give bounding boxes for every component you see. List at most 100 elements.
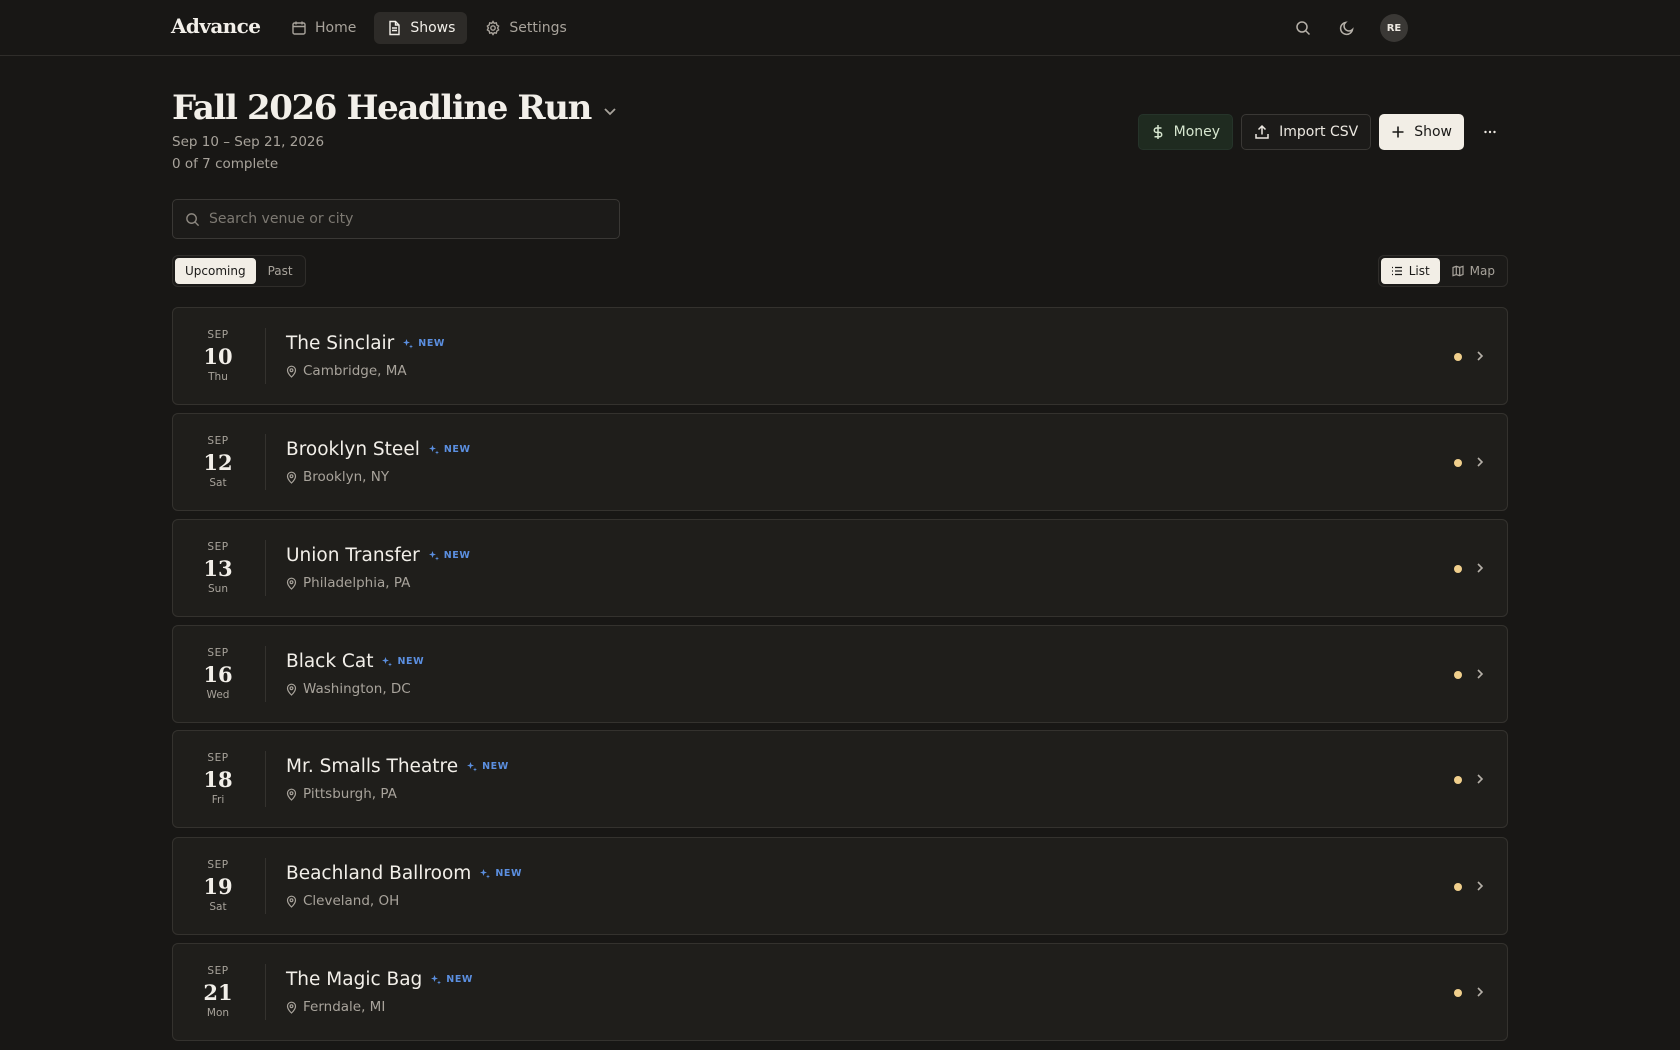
more-options-button[interactable] <box>1472 114 1508 150</box>
nav-home-label: Home <box>315 20 357 36</box>
location-pin-icon <box>286 788 297 801</box>
avatar[interactable]: RE <box>1380 14 1408 42</box>
header-actions: Money Import CSV Show <box>1137 114 1508 150</box>
show-month: SEP <box>207 329 229 341</box>
venue-line: Mr. Smalls Theatre NEW <box>286 756 509 777</box>
show-weekday: Fri <box>211 794 225 806</box>
date-divider <box>265 964 266 1020</box>
show-day: 16 <box>203 662 233 687</box>
new-badge: NEW <box>466 761 509 773</box>
sparkle-icon <box>381 656 393 668</box>
show-venue: The Sinclair <box>286 333 395 354</box>
date-divider <box>265 540 266 596</box>
nav-shows[interactable]: Shows <box>374 12 468 44</box>
show-venue: Mr. Smalls Theatre <box>286 756 459 777</box>
show-weekday: Sat <box>209 477 227 489</box>
view-toggle: List Map <box>1377 255 1508 287</box>
new-badge-label: NEW <box>482 761 509 772</box>
show-city: Philadelphia, PA <box>303 575 411 591</box>
chevron-right-icon <box>1473 349 1487 363</box>
city-line: Brooklyn, NY <box>286 469 389 485</box>
chevron-right-icon <box>1473 455 1487 469</box>
sparkle-icon <box>428 550 440 562</box>
nav-shows-label: Shows <box>410 20 456 36</box>
show-weekday: Sat <box>209 901 227 913</box>
theme-toggle-button[interactable] <box>1336 17 1358 39</box>
view-map-label: Map <box>1469 264 1495 278</box>
date-divider <box>265 646 266 702</box>
city-line: Pittsburgh, PA <box>286 786 397 802</box>
new-badge-label: NEW <box>446 974 474 985</box>
show-month: SEP <box>207 965 229 977</box>
show-date: SEP 21 Mon <box>173 944 263 1040</box>
status-dot <box>1454 353 1462 361</box>
show-city: Ferndale, MI <box>303 999 386 1015</box>
show-day: 13 <box>203 556 233 581</box>
status-dot <box>1454 989 1462 997</box>
sparkle-icon <box>466 761 478 773</box>
new-badge: NEW <box>402 338 445 350</box>
sparkle-icon <box>479 868 491 880</box>
show-day: 10 <box>203 344 233 369</box>
app-logo[interactable]: Advance <box>171 14 261 38</box>
location-pin-icon <box>286 365 297 378</box>
tour-title-row: Fall 2026 Headline Run <box>172 88 619 128</box>
time-filter: Upcoming Past <box>172 255 306 287</box>
tab-upcoming[interactable]: Upcoming <box>175 258 256 284</box>
show-venue: Union Transfer <box>286 545 420 566</box>
show-weekday: Thu <box>208 371 228 383</box>
new-badge-label: NEW <box>418 338 446 349</box>
show-month: SEP <box>207 541 229 553</box>
city-line: Cambridge, MA <box>286 363 407 379</box>
show-date: SEP 18 Fri <box>173 731 263 827</box>
show-month: SEP <box>207 859 229 871</box>
chevron-down-icon[interactable] <box>601 102 619 120</box>
show-date: SEP 10 Thu <box>173 308 263 404</box>
new-badge-label: NEW <box>495 868 523 879</box>
sparkle-icon <box>430 974 442 986</box>
nav-home[interactable]: Home <box>279 12 368 44</box>
nav-settings[interactable]: Settings <box>473 12 578 44</box>
date-divider <box>265 328 266 384</box>
calendar-icon <box>291 20 307 36</box>
show-day: 12 <box>203 450 233 475</box>
tour-progress: 0 of 7 complete <box>172 156 279 172</box>
show-row[interactable]: SEP 18 Fri Mr. Smalls Theatre NEW Pittsb… <box>172 730 1508 828</box>
search-button[interactable] <box>1292 17 1314 39</box>
new-badge: NEW <box>479 868 522 880</box>
city-line: Washington, DC <box>286 681 411 697</box>
money-button[interactable]: Money <box>1137 114 1234 150</box>
show-weekday: Wed <box>206 689 230 701</box>
list-icon <box>1391 265 1403 277</box>
more-horizontal-icon <box>1482 124 1498 140</box>
show-row[interactable]: SEP 19 Sat Beachland Ballroom NEW Clevel… <box>172 837 1508 935</box>
show-row[interactable]: SEP 21 Mon The Magic Bag NEW Ferndale, M… <box>172 943 1508 1041</box>
search-input[interactable] <box>209 211 589 227</box>
view-map-button[interactable]: Map <box>1442 258 1505 284</box>
show-weekday: Sun <box>208 583 228 595</box>
nav-settings-label: Settings <box>509 20 567 36</box>
show-row[interactable]: SEP 12 Sat Brooklyn Steel NEW Brooklyn, … <box>172 413 1508 511</box>
tab-past[interactable]: Past <box>258 258 303 284</box>
show-date: SEP 19 Sat <box>173 838 263 934</box>
show-city: Brooklyn, NY <box>303 469 390 485</box>
show-city: Washington, DC <box>303 681 411 697</box>
search-icon <box>185 212 200 227</box>
add-show-button[interactable]: Show <box>1379 114 1464 150</box>
venue-line: The Sinclair NEW <box>286 333 445 354</box>
gear-icon <box>485 20 501 36</box>
venue-line: Brooklyn Steel NEW <box>286 439 471 460</box>
money-button-label: Money <box>1173 124 1221 140</box>
show-row[interactable]: SEP 10 Thu The Sinclair NEW Cambridge, M… <box>172 307 1508 405</box>
chevron-right-icon <box>1473 879 1487 893</box>
show-month: SEP <box>207 647 229 659</box>
view-list-button[interactable]: List <box>1380 258 1440 284</box>
show-row[interactable]: SEP 13 Sun Union Transfer NEW Philadelph… <box>172 519 1508 617</box>
search-field <box>172 199 620 239</box>
moon-icon <box>1339 20 1355 36</box>
date-divider <box>265 434 266 490</box>
import-csv-button[interactable]: Import CSV <box>1241 114 1372 150</box>
show-date: SEP 16 Wed <box>173 626 263 722</box>
show-row[interactable]: SEP 16 Wed Black Cat NEW Washington, DC <box>172 625 1508 723</box>
show-day: 18 <box>203 767 233 792</box>
